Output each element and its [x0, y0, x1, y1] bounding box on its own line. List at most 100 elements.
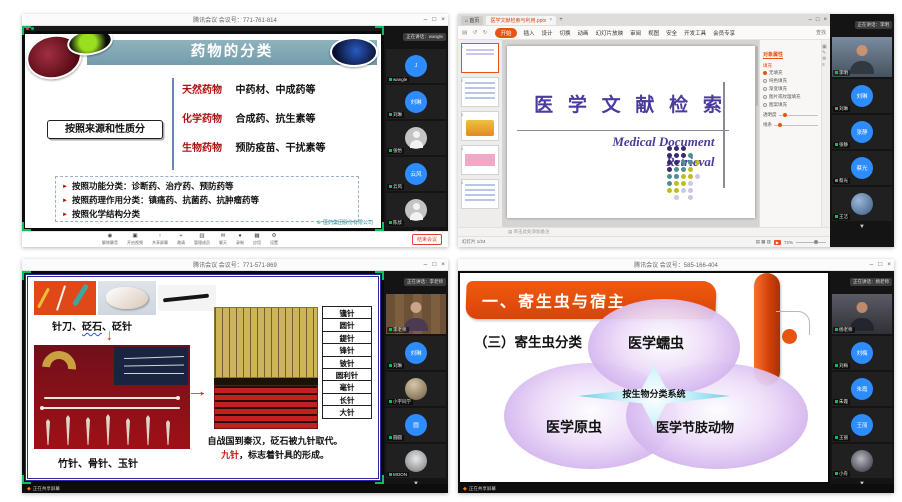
slide-thumbnail[interactable]: 1 [461, 43, 499, 73]
close-tab-icon[interactable]: × [549, 17, 552, 23]
close-button[interactable]: × [441, 259, 445, 271]
close-button[interactable]: × [441, 14, 445, 26]
scroll-down-button[interactable]: ▼ [830, 223, 894, 231]
minimize-button[interactable]: – [424, 14, 428, 26]
window-titlebar[interactable]: 腾讯会议 会议号：585-166-404 – □ × [458, 259, 894, 271]
participant-tile[interactable]: MOON [386, 444, 446, 478]
participant-tile[interactable]: 刘琳 刘琳 [832, 79, 892, 113]
toolbar-label: 开启视频 [127, 241, 143, 245]
participant-list: 李明 刘琳 刘琳 张静 张静 [830, 35, 894, 223]
side-tabstrip[interactable]: ▣ ✎ ⚙ ≡ [821, 40, 830, 227]
participant-tile[interactable]: 李老师 [386, 294, 446, 334]
minimize-button[interactable]: – [809, 17, 812, 23]
maximize-button[interactable]: □ [816, 17, 820, 23]
avatar: 刘梅 [851, 342, 873, 364]
toolbar-icon: ⚙ [272, 234, 277, 240]
slideshow-button[interactable]: ▶ [774, 240, 781, 245]
ribbon-tab[interactable]: 审阅 [630, 29, 641, 37]
toolbar-button[interactable]: ◉ 解除静音 [102, 234, 118, 245]
toolbar-button[interactable]: ↑ 共享屏幕 [152, 234, 168, 245]
zoom-slider[interactable] [796, 242, 826, 243]
end-meeting-button[interactable]: 结束会议 [412, 234, 442, 245]
slide-thumbnail[interactable]: 2 [461, 77, 499, 107]
fill-option-radio[interactable]: 纯色填充 [763, 78, 818, 84]
participant-tile[interactable]: 王洁 [832, 187, 892, 221]
slide-thumbnail[interactable]: 5 [461, 179, 499, 209]
needle-name-cell: 毫针 [322, 380, 372, 393]
radio-icon [763, 71, 767, 75]
home-tab[interactable]: ⌂ 首页 [461, 16, 483, 25]
slide-thumbnail[interactable]: 4 [461, 145, 499, 175]
toolbar-button[interactable]: + 邀请 [177, 234, 185, 245]
participant-tile[interactable]: 杨老师 [832, 294, 892, 334]
notes-bar[interactable]: ▤ 单击此处添加备注 [458, 227, 830, 236]
new-tab-button[interactable]: + [559, 17, 563, 23]
ribbon-tab[interactable]: 开始 [495, 28, 516, 38]
fill-option-radio[interactable]: 渐变填充 [763, 86, 818, 92]
quick-access-icons[interactable]: ▤ ↺ ↻ [462, 30, 489, 36]
canvas-scrollbar[interactable] [755, 46, 758, 106]
meeting-window-drug-slide: 腾讯会议 会议号：771-761-814 – □ × 药物的分类 按照来源和性质… [22, 14, 448, 247]
window-title: 腾讯会议 会议号：771-571-869 [193, 260, 277, 269]
participant-tile[interactable]: 朱霞 朱霞 [832, 372, 892, 406]
share-corner-icon [22, 222, 31, 231]
toolbar-button[interactable]: ● 录制 [236, 234, 244, 245]
ribbon-tabs: 开始插入设计切换动画幻灯片放映审阅视图安全开发工具会员专享 [495, 28, 735, 38]
toolbar-button[interactable]: ▥ 管理成员 [194, 234, 210, 245]
toolbar-button[interactable]: ⚙ 设置 [270, 234, 278, 245]
participant-tile[interactable]: 陈欣 [386, 193, 446, 227]
ribbon-tab[interactable]: 动画 [578, 29, 589, 37]
ribbon-tab[interactable]: 会员专享 [713, 29, 735, 37]
share-status-strip: ◆ 正在共享屏幕 [22, 484, 448, 493]
participant-tile[interactable]: 张静 张静 [832, 115, 892, 149]
fill-option-radio[interactable]: 图案填充 [763, 102, 818, 108]
participant-tile[interactable]: 李明 [832, 37, 892, 77]
maximize-button[interactable]: □ [432, 14, 436, 26]
fill-option-radio[interactable]: 无填充 [763, 70, 818, 76]
ribbon-tab[interactable]: 设计 [542, 29, 553, 37]
maximize-button[interactable]: □ [432, 259, 436, 271]
participant-tile[interactable]: 蔡光 蔡光 [832, 151, 892, 185]
window-titlebar[interactable]: 腾讯会议 会议号：771-761-814 – □ × [22, 14, 448, 26]
participant-tile[interactable]: 刘琳 刘琳 [386, 85, 446, 119]
participant-tile[interactable]: 小舟 [832, 444, 892, 478]
close-button[interactable]: × [823, 17, 827, 23]
toolbar-icon: ◉ [108, 234, 113, 240]
participant-tile[interactable]: 云风 云风 [386, 157, 446, 191]
find-button[interactable]: 查找 [816, 29, 826, 36]
slide-thumbnail[interactable]: 3 [461, 111, 499, 141]
participant-tile[interactable]: 小宇同学 [386, 372, 446, 406]
document-tab[interactable]: 医学文献检索与利用.pptx × [486, 16, 556, 25]
participant-tile[interactable]: 圆 圆圆 [386, 408, 446, 442]
editor-canvas: 医 学 文 献 检 索 Medical Document Retrieval [502, 40, 759, 227]
active-speaker-label: 正在讲话：wangle [403, 33, 446, 41]
alpha-slider[interactable] [779, 115, 819, 116]
ribbon-tab[interactable]: 安全 [666, 29, 677, 37]
ribbon-tab[interactable]: 开发工具 [684, 29, 706, 37]
minimize-button[interactable]: – [424, 259, 428, 271]
ribbon-tab[interactable]: 视图 [648, 29, 659, 37]
participant-tile[interactable]: 张怡 [386, 121, 446, 155]
ribbon-tab[interactable]: 幻灯片放映 [596, 29, 624, 37]
view-mode-icons[interactable]: ▤ ▦ ▥ [756, 239, 771, 245]
participant-tile[interactable]: 刘梅 刘梅 [832, 336, 892, 370]
maximize-button[interactable]: □ [878, 259, 882, 271]
participant-tile[interactable]: 刘琳 刘琳 [386, 336, 446, 370]
active-speaker-wrap: 正在讲话：wangle [384, 26, 448, 47]
participant-name: 蔡光 [833, 178, 850, 184]
fill-option-radio[interactable]: 图片或纹理填充 [763, 94, 818, 100]
line-slider[interactable] [774, 125, 818, 126]
toolbar-button[interactable]: ✉ 聊天 [219, 234, 227, 245]
bullet-item: 按照药理作用分类：镇痛药、抗菌药、抗肿瘤药等 [62, 194, 352, 208]
close-button[interactable]: × [887, 259, 891, 271]
ribbon-tab[interactable]: 切换 [560, 29, 571, 37]
ribbon-tab[interactable]: 插入 [524, 29, 535, 37]
window-titlebar[interactable]: 腾讯会议 会议号：771-571-869 – □ × [22, 259, 448, 271]
minimize-button[interactable]: – [870, 259, 874, 271]
toolbar-button[interactable]: ▣ 开启视频 [127, 234, 143, 245]
participant-tile[interactable]: 王丽 王丽 [832, 408, 892, 442]
toolbar-button[interactable]: ▦ 应用 [253, 234, 261, 245]
participant-name: 刘梅 [833, 363, 850, 369]
participant-tile[interactable]: J wangle [386, 49, 446, 83]
alpha-label: 透明度 [763, 112, 777, 118]
